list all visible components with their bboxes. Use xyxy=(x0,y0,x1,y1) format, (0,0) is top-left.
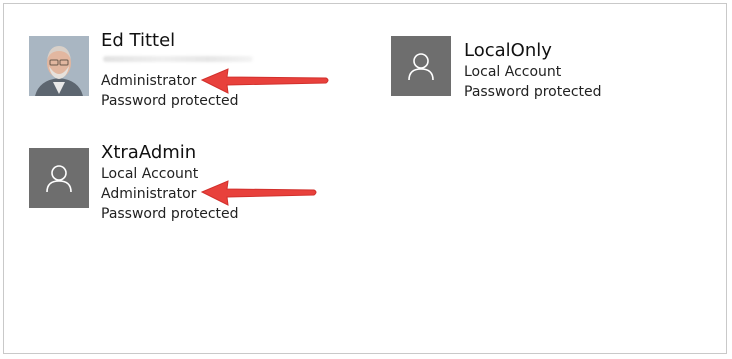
account-localonly[interactable]: LocalOnly Local Account Password protect… xyxy=(384,4,704,114)
red-arrow-icon xyxy=(200,180,317,206)
default-avatar xyxy=(29,148,89,208)
account-ed-tittel[interactable]: Ed Tittel Administrator Password protect… xyxy=(4,4,324,114)
account-type: Local Account xyxy=(101,166,199,182)
account-name: LocalOnly xyxy=(464,40,552,61)
accounts-panel: Ed Tittel Administrator Password protect… xyxy=(3,3,727,354)
red-arrow-icon xyxy=(200,68,329,94)
account-type: Local Account xyxy=(464,64,562,80)
person-outline-icon xyxy=(46,165,72,193)
default-avatar xyxy=(391,36,451,96)
account-role: Administrator xyxy=(101,73,197,89)
account-name: Ed Tittel xyxy=(101,30,176,51)
account-name: XtraAdmin xyxy=(101,142,197,163)
profile-photo-avatar xyxy=(29,36,89,96)
account-security: Password protected xyxy=(464,84,602,100)
person-photo-icon xyxy=(29,36,89,96)
person-outline-icon xyxy=(408,53,434,81)
account-role: Administrator xyxy=(101,186,197,202)
obscured-email xyxy=(103,56,253,62)
